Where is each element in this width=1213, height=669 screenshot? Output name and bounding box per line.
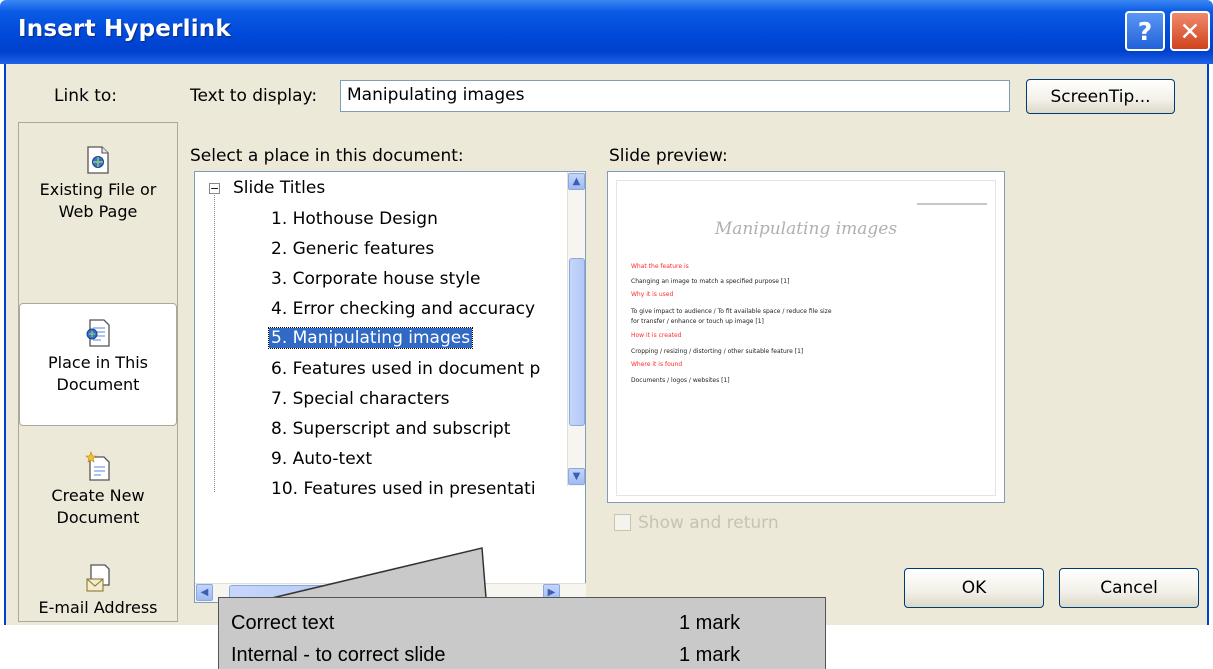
link-existing-file-label-1: Existing File or [39,180,157,199]
slide-line: To give impact to audience / To fit avai… [631,308,832,315]
help-button[interactable]: ? [1125,11,1165,51]
text-to-display-label: Text to display: [190,86,318,106]
tree-item-10[interactable]: 10. Features used in presentati [271,479,536,499]
link-place-in-document-label-2: Document [56,375,140,394]
close-button[interactable]: ✕ [1170,11,1210,51]
scroll-left-icon[interactable]: ◀ [196,584,213,601]
link-create-new-document[interactable]: Create New Document [19,451,177,561]
place-in-document-label: Select a place in this document: [190,146,464,166]
dialog-title: Insert Hyperlink [18,16,231,42]
show-and-return-checkbox[interactable] [614,514,631,531]
slide-line: Why it is used [631,291,674,298]
annotation-row-2-marks: 1 mark [679,644,741,666]
text-to-display-input[interactable]: Manipulating images [340,80,1010,112]
slide-line: for transfer / enhance or touch up image… [631,318,764,325]
slide-thumbnail: Manipulating images What the feature is … [616,180,996,496]
slide-line: Changing an image to match a specified p… [631,278,790,285]
tree-item-7[interactable]: 7. Special characters [271,389,450,409]
tree-item-9[interactable]: 9. Auto-text [271,449,372,469]
link-place-in-document[interactable]: Place in This Document [19,303,177,426]
link-to-heading: Link to: [54,86,118,106]
link-create-new-document-label-1: Create New [51,486,145,505]
document-place-tree[interactable]: − Slide Titles 1. Hothouse Design 2. Gen… [194,171,586,603]
link-place-in-document-label-1: Place in This [48,353,148,372]
slide-title: Manipulating images [714,219,898,239]
annotation-row-2-label: Internal - to correct slide [231,644,446,666]
tree-root-slide-titles[interactable]: Slide Titles [233,178,325,198]
screentip-button[interactable]: ScreenTip... [1026,79,1175,114]
link-email-address-label: E-mail Address [38,598,158,617]
annotation-row-1-marks: 1 mark [679,612,741,634]
tree-connector [214,195,215,492]
marking-annotation-box: Correct text 1 mark Internal - to correc… [218,597,826,669]
link-to-bar: Existing File or Web Page Place in This … [18,122,178,622]
annotation-row-1-label: Correct text [231,612,335,634]
slide-preview-label: Slide preview: [609,146,728,166]
tree-item-3[interactable]: 3. Corporate house style [271,269,480,289]
existing-file-icon [85,145,111,175]
create-new-document-icon [85,451,111,481]
slide-line: Where it is found [631,361,683,368]
tree-item-2[interactable]: 2. Generic features [271,239,434,259]
tree-item-1[interactable]: 1. Hothouse Design [271,209,438,229]
tree-item-6[interactable]: 6. Features used in document p [271,359,540,379]
tree-item-8[interactable]: 8. Superscript and subscript [271,419,510,439]
collapse-icon[interactable]: − [209,183,220,194]
link-email-address[interactable]: E-mail Address [19,563,177,623]
slide-header-text [917,203,987,205]
slide-line: Documents / logos / websites [1] [631,377,730,384]
tree-vertical-scrollbar[interactable]: ▲ ▼ [567,172,585,486]
link-create-new-document-label-2: Document [56,508,140,527]
cancel-button[interactable]: Cancel [1059,568,1199,608]
slide-line: How it is created [631,332,682,339]
slide-line: What the feature is [631,263,689,270]
tree-item-4[interactable]: 4. Error checking and accuracy [271,299,535,319]
tree-item-5-selected[interactable]: 5. Manipulating images [267,327,474,349]
ok-button[interactable]: OK [904,568,1044,608]
show-and-return-label: Show and return [638,513,779,533]
vertical-scroll-thumb[interactable] [569,258,585,426]
place-in-document-icon [85,318,111,348]
title-bar: Insert Hyperlink ? ✕ [0,0,1213,64]
scroll-up-icon[interactable]: ▲ [568,173,585,190]
insert-hyperlink-dialog: Insert Hyperlink ? ✕ Link to: Existing F… [0,0,1213,625]
link-existing-file[interactable]: Existing File or Web Page [19,145,177,255]
scroll-down-icon[interactable]: ▼ [568,468,585,485]
email-address-icon [85,563,111,593]
slide-line: Cropping / resizing / distorting / other… [631,348,804,355]
link-existing-file-label-2: Web Page [58,202,138,221]
slide-preview-panel: Manipulating images What the feature is … [607,171,1005,503]
